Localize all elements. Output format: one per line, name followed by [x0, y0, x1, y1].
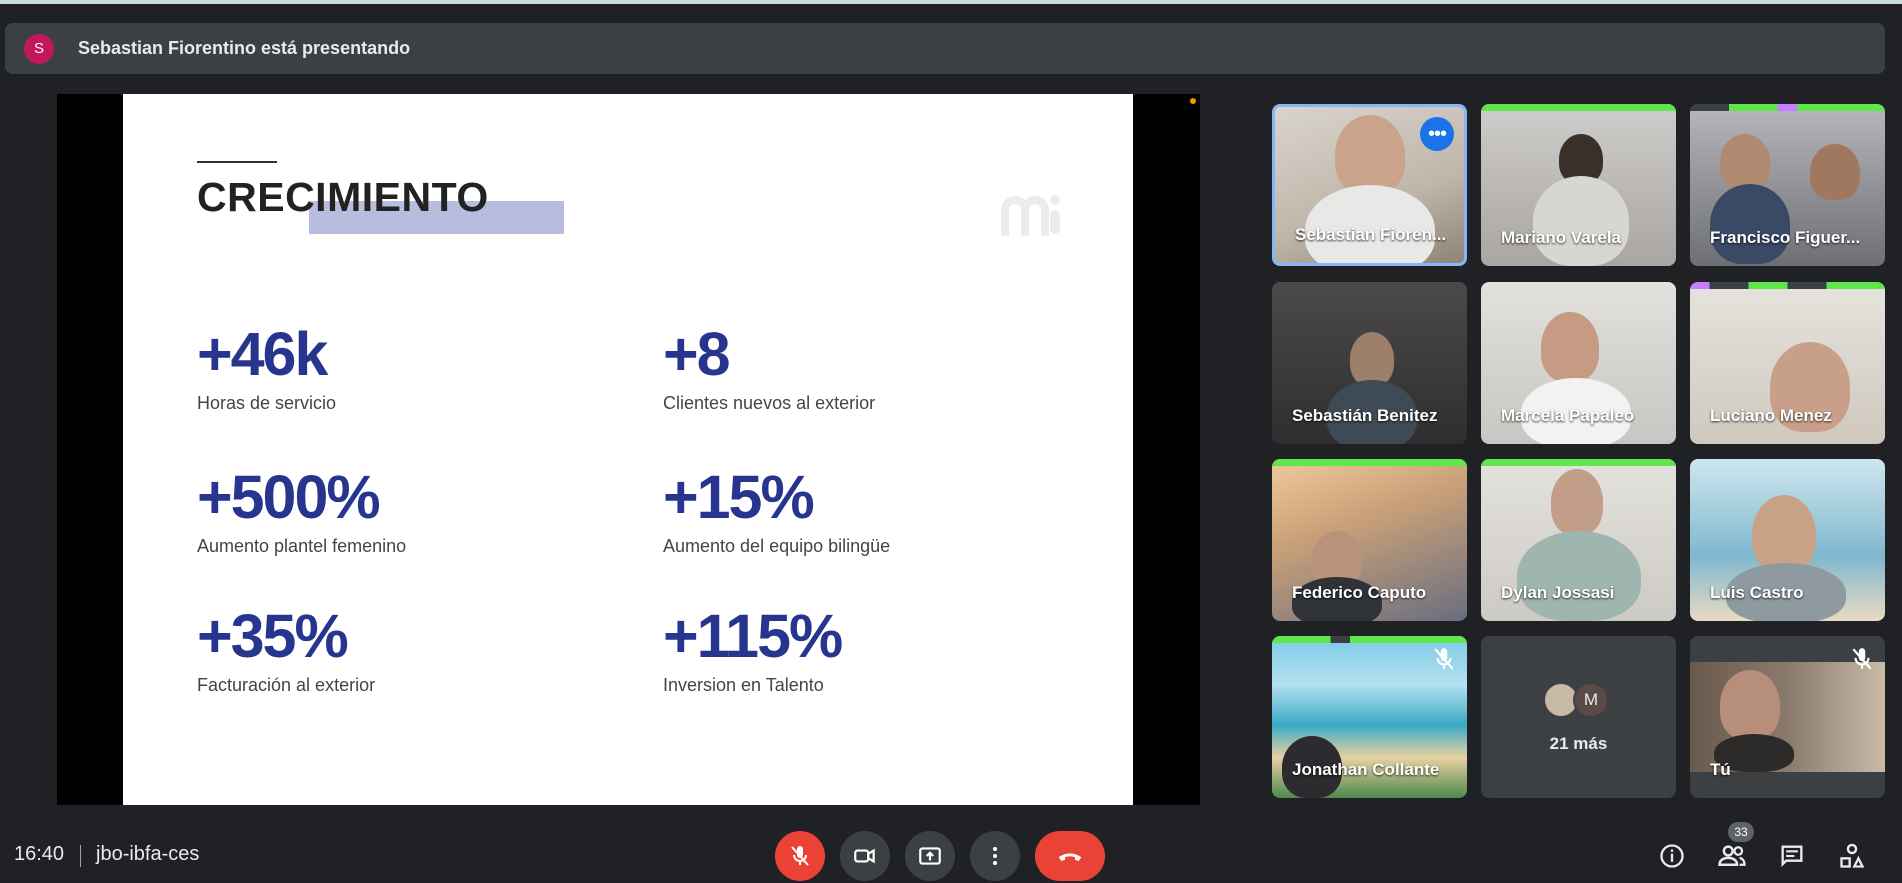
title-rule	[197, 161, 277, 163]
presentation-stage[interactable]: CRECIMIENTO +46k Horas de servicio +8 Cl…	[57, 94, 1200, 805]
participant-video	[1720, 670, 1780, 740]
participant-name: Luis Castro	[1710, 583, 1804, 602]
stat-hours: +46k Horas de servicio	[197, 324, 336, 414]
company-logo-icon	[1001, 195, 1060, 236]
stat-billing: +35% Facturación al exterior	[197, 606, 375, 696]
participant-tile[interactable]: Mariano Varela	[1481, 104, 1676, 266]
leave-call-button[interactable]	[1035, 831, 1105, 881]
more-participants-tile[interactable]: M 21 más	[1481, 636, 1676, 798]
people-button[interactable]	[1714, 838, 1750, 874]
participant-video	[1335, 115, 1405, 195]
mic-toggle-button[interactable]	[775, 831, 825, 881]
presenter-text: Sebastian Fiorentino está presentando	[78, 38, 411, 58]
more-vert-icon	[993, 847, 997, 865]
people-icon	[1718, 845, 1746, 866]
stat-value: +46k	[197, 320, 328, 388]
slide-title: CRECIMIENTO	[197, 174, 489, 220]
info-icon	[1660, 844, 1684, 868]
stat-value: +8	[663, 320, 731, 388]
speaking-indicator	[1272, 459, 1467, 466]
people-count-badge: 33	[1728, 822, 1754, 842]
stat-clients: +8 Clientes nuevos al exterior	[663, 324, 875, 414]
speaking-indicator	[1690, 104, 1885, 111]
participant-video	[1720, 134, 1770, 190]
participant-name: Luciano Menez	[1710, 406, 1832, 425]
meeting-info-button[interactable]	[1654, 838, 1690, 874]
speaking-indicator	[1481, 104, 1676, 111]
present-screen-button[interactable]	[905, 831, 955, 881]
participant-name: Mariano Varela	[1501, 228, 1622, 247]
participant-video	[1710, 184, 1790, 264]
participant-tile[interactable]: Francisco Figuer...	[1690, 104, 1885, 266]
window-top-line	[0, 0, 1902, 4]
self-view-tile[interactable]: Tú	[1690, 636, 1885, 798]
participant-name: Tú	[1710, 760, 1731, 779]
more-options-button[interactable]: •••	[1420, 117, 1454, 151]
recording-dot	[1190, 98, 1196, 104]
stat-label: Aumento del equipo bilingüe	[663, 536, 891, 556]
more-avatars: M	[1543, 682, 1609, 718]
participant-name: Dylan Jossasi	[1501, 583, 1615, 602]
meeting-code[interactable]: jbo-ibfa-ces	[96, 843, 199, 866]
more-options-button[interactable]	[970, 831, 1020, 881]
stat-label: Clientes nuevos al exterior	[663, 393, 876, 413]
stat-female-staff: +500% Aumento plantel femenino	[197, 467, 406, 557]
stat-value: +500%	[197, 463, 381, 531]
presenter-banner: S Sebastian Fiorentino está presentando	[5, 23, 1885, 74]
stat-bilingual: +15% Aumento del equipo bilingüe	[663, 467, 890, 557]
participant-video	[1810, 144, 1860, 200]
speaking-indicator	[1481, 459, 1676, 466]
activities-button[interactable]	[1834, 838, 1870, 874]
participant-tile[interactable]: Luciano Menez	[1690, 282, 1885, 444]
present-icon	[919, 847, 941, 865]
meeting-time: 16:40	[14, 843, 65, 865]
speaking-indicator	[1690, 282, 1885, 289]
divider	[80, 845, 81, 867]
participant-tile[interactable]: Marcela Papaleo	[1481, 282, 1676, 444]
participant-name: Francisco Figuer...	[1710, 228, 1861, 247]
participant-tile[interactable]: Luis Castro	[1690, 459, 1885, 621]
slide: CRECIMIENTO +46k Horas de servicio +8 Cl…	[123, 94, 1133, 805]
participant-video	[1517, 531, 1641, 621]
participant-tile[interactable]: Dylan Jossasi	[1481, 459, 1676, 621]
camera-icon	[854, 848, 875, 864]
participant-tile[interactable]: Sebastián Benitez	[1272, 282, 1467, 444]
participant-name: Sebastián Benitez	[1292, 406, 1438, 425]
mic-off-icon	[791, 846, 809, 866]
participant-video	[1752, 495, 1816, 573]
camera-toggle-button[interactable]	[840, 831, 890, 881]
stat-label: Facturación al exterior	[197, 675, 376, 695]
stat-value: +115%	[663, 602, 843, 670]
participant-name: Federico Caputo	[1292, 583, 1427, 602]
participant-video	[1551, 469, 1603, 535]
hang-up-icon	[1058, 853, 1082, 861]
speaking-indicator	[1272, 636, 1467, 643]
stat-label: Inversion en Talento	[663, 675, 824, 695]
more-participants-label: 21 más	[1549, 734, 1608, 753]
presenter-avatar: S	[24, 33, 54, 64]
stat-value: +15%	[663, 463, 815, 531]
stat-value: +35%	[197, 602, 349, 670]
activities-icon	[1840, 843, 1865, 868]
participant-video	[1533, 176, 1629, 266]
participant-video	[1541, 312, 1599, 382]
participant-name: Marcela Papaleo	[1501, 406, 1635, 425]
stat-label: Aumento plantel femenino	[197, 536, 407, 556]
mic-off-icon	[1434, 648, 1454, 670]
stat-talent: +115% Inversion en Talento	[663, 602, 843, 696]
chat-button[interactable]	[1774, 838, 1810, 874]
mic-off-icon	[1852, 648, 1872, 670]
participant-video	[1350, 332, 1394, 386]
participant-tile[interactable]: Federico Caputo	[1272, 459, 1467, 621]
participant-tile[interactable]: ••• Sebastian Fioren...	[1272, 104, 1467, 266]
participant-name: Jonathan Collante	[1292, 760, 1440, 779]
participant-avatar: M	[1573, 682, 1609, 718]
stat-label: Horas de servicio	[197, 393, 337, 413]
participant-name: Sebastian Fioren...	[1295, 225, 1447, 244]
chat-icon	[1781, 845, 1803, 867]
participant-tile[interactable]: Jonathan Collante	[1272, 636, 1467, 798]
